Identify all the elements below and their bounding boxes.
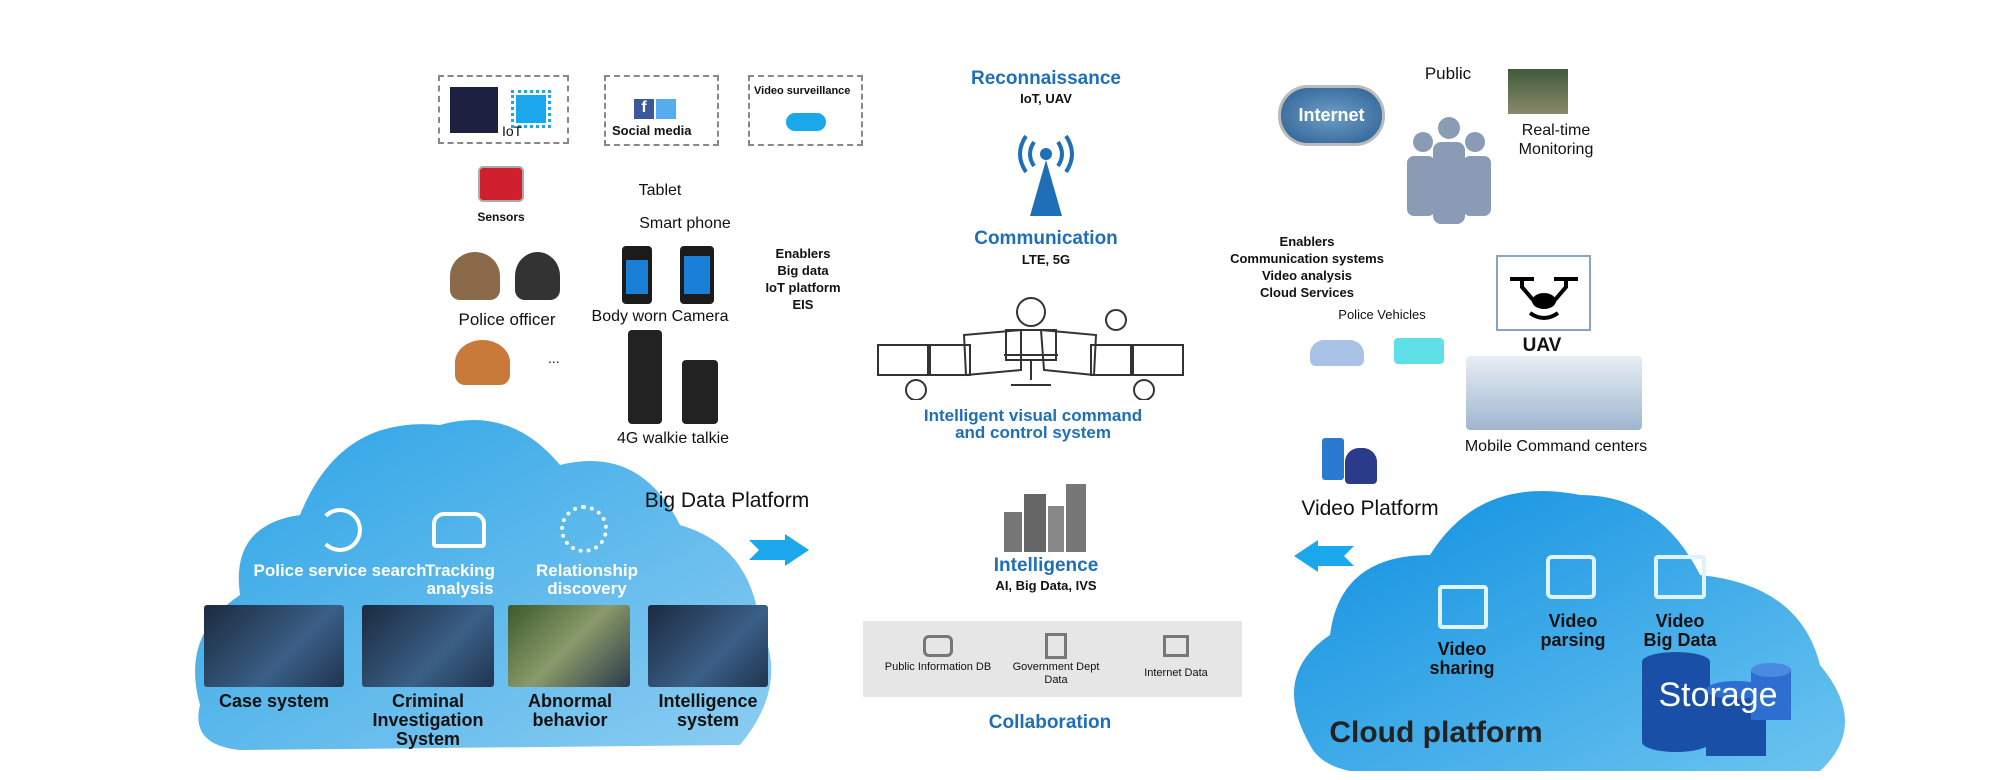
system-label: Criminal Investigation System — [372, 691, 484, 749]
data-source-label: Government Dept Data — [1012, 661, 1100, 686]
smart-phone-image — [680, 246, 714, 304]
video-surveillance-label: Video surveillance — [754, 85, 851, 97]
police-officer-image — [455, 340, 510, 385]
search-icon — [318, 508, 362, 552]
car-icon — [432, 512, 486, 548]
antenna-tower-icon — [1018, 134, 1074, 216]
body-camera-image — [622, 246, 652, 304]
reconnaissance-subtitle: IoT, UAV — [1020, 91, 1072, 106]
police-officer-image — [515, 252, 560, 300]
collaboration-title: Collaboration — [988, 712, 1112, 733]
smart-phone-label: Smart phone — [639, 215, 731, 232]
uav-drone-icon — [1496, 255, 1591, 331]
relationship-network-icon — [560, 505, 608, 553]
system-label: Intelligence system — [658, 691, 758, 730]
enablers-right: Enablers Communication systems Video analy… — [1230, 234, 1384, 300]
twitter-icon — [656, 99, 676, 119]
system-label: Abnormal behavior — [527, 691, 612, 730]
system-label: Case system — [218, 691, 330, 711]
criminal-investigation-image — [362, 605, 494, 687]
chip-icon — [511, 90, 551, 128]
sensors-label: Sensors — [477, 210, 525, 224]
police-vehicles-label: Police Vehicles — [1338, 307, 1426, 322]
ellipsis: ... — [548, 350, 560, 366]
cloud-item-label: Video parsing — [1540, 611, 1606, 650]
case-system-image — [204, 605, 344, 687]
mobile-command-center-image — [1466, 356, 1642, 430]
camera-icon — [786, 113, 826, 131]
big-data-platform-title: Big Data Platform — [644, 489, 810, 512]
realtime-label: Real-time — [1521, 122, 1591, 139]
mobile-police-icon — [1322, 438, 1344, 480]
buildings-icon — [1004, 484, 1086, 552]
storage-label: Storage — [1658, 676, 1778, 714]
enablers-left: Enablers Big data IoT platform EIS — [765, 246, 841, 312]
iot-label: IoT — [502, 123, 523, 139]
arrow-right-icon — [749, 534, 809, 566]
internet-label: Internet — [1298, 105, 1365, 125]
iot-box: IoT — [438, 75, 569, 144]
sensors-icon — [478, 166, 524, 202]
cloud-platform-title: Cloud platform — [1329, 716, 1543, 749]
video-sharing-icon — [1438, 585, 1488, 629]
video-surveillance-box: Video surveillance — [748, 75, 863, 146]
police-car-image — [1310, 340, 1364, 366]
database-icon — [923, 635, 953, 657]
people-group-icon — [1407, 117, 1491, 224]
command-center-illustration — [877, 297, 1184, 400]
police-van-image — [1394, 338, 1444, 364]
video-big-data-icon — [1654, 555, 1706, 599]
function-label-police-search: Police service search — [253, 561, 427, 580]
reconnaissance-title: Reconnaissance — [971, 68, 1121, 89]
uav-label: UAV — [1522, 335, 1562, 356]
video-parsing-icon — [1546, 555, 1596, 599]
iot-device-image — [450, 87, 498, 133]
social-media-label: Social media — [612, 123, 692, 138]
facebook-icon: f — [634, 99, 654, 119]
public-label: Public — [1424, 64, 1472, 83]
social-media-box: f Social media — [604, 75, 719, 146]
abnormal-behavior-image — [508, 605, 630, 687]
realtime-monitoring-image — [1508, 69, 1568, 114]
police-officer-image — [450, 252, 500, 300]
data-sources-panel: Public Information DB Government Dept Da… — [863, 621, 1242, 697]
function-label-tracking: Tracking analysis — [425, 561, 495, 598]
data-source-label: Public Information DB — [884, 661, 992, 673]
mobile-command-label: Mobile Command centers — [1464, 438, 1648, 455]
cloud-item-label: Video Big Data — [1643, 611, 1717, 650]
cloud-item-label: Video sharing — [1429, 639, 1495, 678]
body-worn-camera-label: Body worn Camera — [591, 308, 729, 325]
command-system-title: and control system — [955, 423, 1111, 442]
realtime-label: Monitoring — [1518, 141, 1594, 158]
data-source-label: Internet Data — [1144, 667, 1208, 679]
communication-subtitle: LTE, 5G — [1021, 252, 1071, 267]
police-officer-label: Police officer — [458, 310, 556, 329]
function-label-relationship: Relationship discovery — [535, 561, 638, 598]
intelligence-system-image — [648, 605, 768, 687]
intelligence-subtitle: AI, Big Data, IVS — [995, 578, 1097, 593]
network-icon — [1163, 635, 1189, 657]
tablet-label: Tablet — [638, 182, 682, 199]
communication-title: Communication — [974, 228, 1118, 249]
intelligence-title: Intelligence — [993, 555, 1099, 576]
internet-cloud-icon: Internet — [1278, 85, 1385, 146]
document-icon — [1045, 633, 1067, 659]
